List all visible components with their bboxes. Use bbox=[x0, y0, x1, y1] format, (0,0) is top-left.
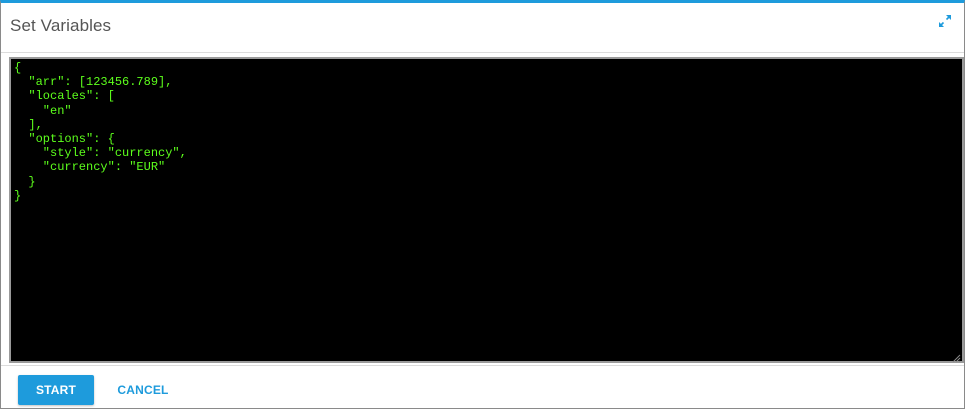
resize-grip-icon[interactable] bbox=[951, 350, 961, 363]
expand-icon[interactable] bbox=[938, 14, 952, 28]
start-button[interactable]: START bbox=[18, 375, 94, 405]
dialog-footer: START CANCEL bbox=[1, 365, 964, 409]
cancel-button[interactable]: CANCEL bbox=[107, 375, 179, 405]
json-editor-container bbox=[9, 57, 964, 363]
variables-json-editor[interactable] bbox=[11, 59, 962, 361]
dialog-header: Set Variables bbox=[1, 3, 964, 53]
set-variables-dialog: Set Variables START CANCEL bbox=[0, 0, 965, 409]
dialog-title: Set Variables bbox=[10, 16, 112, 35]
